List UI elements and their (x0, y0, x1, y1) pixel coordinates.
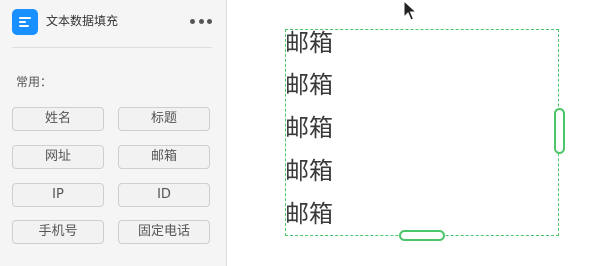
mouse-pointer-icon (403, 0, 418, 26)
more-options-icon[interactable] (190, 14, 212, 28)
panel-title: 文本数据填充 (46, 14, 119, 28)
fill-mobile-button[interactable]: 手机号 (12, 220, 104, 244)
text-line: 邮箱 (285, 200, 333, 228)
resize-handle-right[interactable] (554, 108, 565, 154)
text-line: 邮箱 (285, 71, 333, 99)
text-line: 邮箱 (285, 114, 333, 142)
fill-name-button[interactable]: 姓名 (12, 107, 104, 131)
fill-title-button[interactable]: 标题 (118, 107, 210, 131)
data-fill-panel: 文本数据填充 常用： 姓名 标题 网址 邮箱 IP ID 手机号 固定电话 (0, 0, 227, 266)
fill-url-button[interactable]: 网址 (12, 145, 104, 169)
resize-handle-bottom[interactable] (399, 230, 445, 241)
divider (12, 47, 212, 48)
text-fill-icon (12, 9, 38, 35)
text-line: 邮箱 (285, 157, 333, 185)
fill-id-button[interactable]: ID (118, 183, 210, 207)
fill-landline-button[interactable]: 固定电话 (118, 220, 210, 244)
text-line: 邮箱 (285, 29, 333, 57)
fill-email-button[interactable]: 邮箱 (118, 145, 210, 169)
section-label-common: 常用： (16, 75, 53, 89)
fill-ip-button[interactable]: IP (12, 183, 104, 207)
